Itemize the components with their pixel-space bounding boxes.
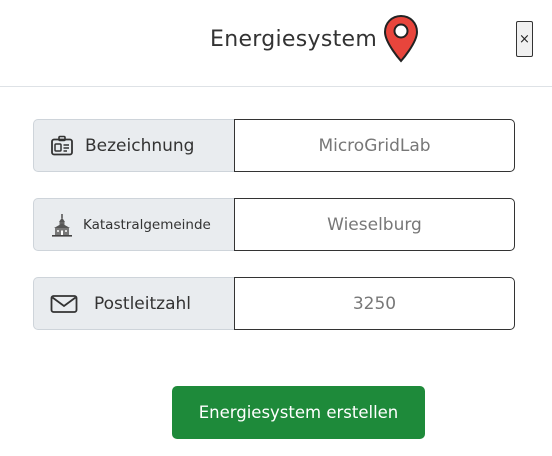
create-energy-system-button[interactable]: Energiesystem erstellen xyxy=(172,386,425,439)
town-hall-icon xyxy=(52,213,72,237)
label-bezeichnung: Bezeichnung xyxy=(33,119,235,172)
dialog-title: Energiesystem xyxy=(210,26,378,52)
label-text-katastralgemeinde: Katastralgemeinde xyxy=(83,216,211,233)
id-card-icon xyxy=(51,135,73,155)
label-text-postleitzahl: Postleitzahl xyxy=(94,293,191,314)
postleitzahl-input[interactable] xyxy=(234,277,515,330)
close-button[interactable]: × xyxy=(516,21,533,57)
label-text-bezeichnung: Bezeichnung xyxy=(85,135,195,156)
map-pin-icon xyxy=(384,14,419,63)
field-row-katastralgemeinde: Katastralgemeinde xyxy=(33,198,515,251)
create-energy-system-dialog: Energiesystem × Bezeichnung MicroGridLab… xyxy=(0,0,552,456)
envelope-icon xyxy=(50,294,78,313)
title-wrap: Energiesystem xyxy=(210,14,419,64)
label-katastralgemeinde: Katastralgemeinde xyxy=(33,198,235,251)
katastralgemeinde-input[interactable] xyxy=(234,198,515,251)
field-row-bezeichnung: Bezeichnung xyxy=(33,119,515,172)
field-row-postleitzahl: Postleitzahl xyxy=(33,277,515,330)
label-postleitzahl: Postleitzahl xyxy=(33,277,235,330)
dialog-header: Energiesystem × xyxy=(0,0,552,87)
bezeichnung-input[interactable] xyxy=(234,119,515,172)
